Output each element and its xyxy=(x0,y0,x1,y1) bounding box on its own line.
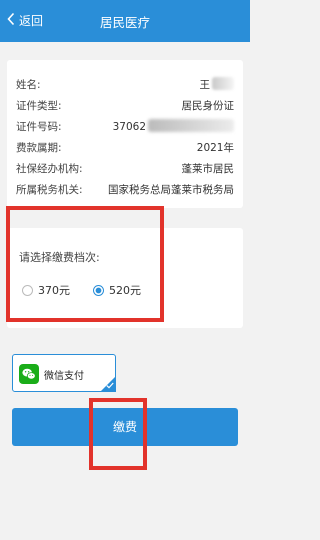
check-icon xyxy=(106,382,114,389)
id-number-value: 37062 xyxy=(112,121,146,133)
payment-method-label: 微信支付 xyxy=(44,371,84,382)
info-row-name: 姓名: 王 xyxy=(16,76,234,94)
info-value: 王 xyxy=(199,76,234,94)
name-value: 王 xyxy=(199,79,211,91)
highlight-box-tier xyxy=(6,206,164,322)
info-label: 所属税务机关: xyxy=(16,184,83,196)
wechat-icon xyxy=(19,364,39,384)
info-value: 2021年 xyxy=(196,142,234,154)
info-row-period: 费款属期: 2021年 xyxy=(16,139,234,157)
info-value: 37062 xyxy=(113,118,234,136)
page-title: 居民医疗 xyxy=(99,15,150,30)
info-value: 蓬莱市居民 xyxy=(181,163,235,175)
insured-info-card: 姓名: 王 证件类型: 居民身份证 证件号码: 37062 费款属期: 2021… xyxy=(7,60,243,208)
info-label: 证件号码: xyxy=(16,121,62,133)
info-label: 证件类型: xyxy=(16,100,62,112)
info-label: 费款属期: xyxy=(16,142,62,154)
info-row-tax-office: 所属税务机关: 国家税务总局蓬莱市税务局 xyxy=(16,181,234,199)
info-row-id-number: 证件号码: 37062 xyxy=(16,118,234,136)
highlight-box-pay xyxy=(89,398,147,470)
redacted-mask xyxy=(148,119,234,132)
info-value: 国家税务总局蓬莱市税务局 xyxy=(108,184,234,196)
info-value: 居民身份证 xyxy=(181,100,235,112)
redacted-mask xyxy=(212,77,234,90)
info-label: 社保经办机构: xyxy=(16,163,83,175)
info-row-agency: 社保经办机构: 蓬莱市居民 xyxy=(16,160,234,178)
info-label: 姓名: xyxy=(16,79,41,91)
top-bar: 返回 居民医疗 xyxy=(0,0,250,42)
wechat-pay-option[interactable]: 微信支付 xyxy=(12,354,116,392)
info-row-id-type: 证件类型: 居民身份证 xyxy=(16,97,234,115)
